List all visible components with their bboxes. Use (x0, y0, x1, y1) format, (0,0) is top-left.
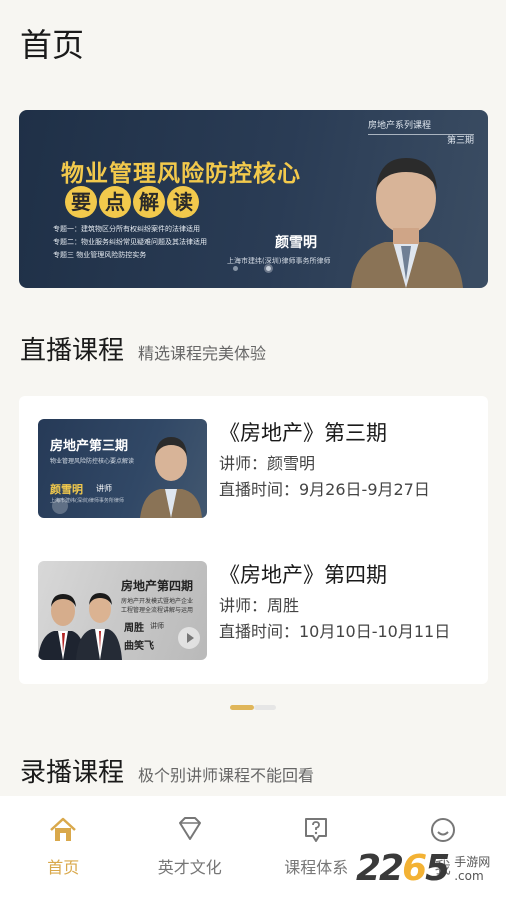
pager-indicator (254, 705, 276, 710)
thumb-lecturer-role: 讲师 (96, 484, 112, 493)
pager-indicator-active (230, 705, 254, 710)
play-icon (52, 498, 68, 514)
thumb-subtitle: 房地产开发模式暨地产企业 (121, 598, 194, 605)
course-info: 《房地产》第四期 讲师：周胜 直播时间：10月10日-10月11日 (219, 561, 469, 643)
thumb-lecturer-name: 颜雪明 (50, 483, 83, 496)
live-section-subtitle: 精选课程完美体验 (138, 344, 267, 363)
live-list-pagination (230, 705, 276, 710)
thumb-lecturer-name: 周胜 (124, 623, 144, 634)
course-lecturer: 讲师：颜雪明 (219, 454, 316, 473)
thumb-lecturer-role: 讲师 (150, 622, 164, 630)
course-time: 直播时间：10月10日-10月11日 (219, 622, 451, 641)
nav-culture-label: 英才文化 (157, 858, 222, 877)
watermark-digit: 5 (425, 848, 450, 889)
course-item[interactable]: 房地产第四期 房地产开发模式暨地产企业 工程管理全流程讲解与运用 周胜 讲师 曲… (38, 561, 478, 671)
page-title: 首页 (20, 26, 85, 64)
banner-subtitle-char: 点 (99, 186, 131, 218)
thumb-title: 房地产第四期 (121, 579, 194, 593)
help-icon (305, 818, 328, 842)
promo-banner[interactable]: 房地产系列课程 第三期 物业管理风险防控核心 要 点 解 读 专题一：建筑物区分… (19, 110, 488, 288)
recorded-section-header: 录播课程 极个别讲师课程不能回看 (20, 752, 314, 789)
banner-subtitle-char: 解 (133, 186, 165, 218)
banner-subtitle-char: 读 (167, 186, 199, 218)
watermark-digits: 22 (356, 848, 404, 889)
recorded-section-title: 录播课程 (20, 758, 125, 788)
banner-speaker-org: 上海市建纬(深圳)律师事务所律师 (227, 257, 331, 265)
course-lecturer: 讲师：周胜 (219, 596, 300, 615)
watermark-digit-highlight: 6 (402, 848, 427, 889)
recorded-section-subtitle: 极个别讲师课程不能回看 (138, 766, 315, 785)
speaker-photo (351, 158, 463, 288)
course-thumbnail[interactable]: 房地产第三期 物业管理风险防控核心要点解读 颜雪明 讲师 上海市建纬(深圳)律师… (38, 419, 207, 518)
course-info: 《房地产》第三期 讲师：颜雪明 直播时间：9月26日-9月27日 (219, 419, 469, 501)
banner-title: 物业管理风险防控核心 (61, 160, 301, 187)
banner-series-issue: 第三期 (446, 136, 474, 146)
thumb-subtitle: 物业管理风险防控核心要点解读 (50, 458, 135, 465)
course-thumbnail[interactable]: 房地产第四期 房地产开发模式暨地产企业 工程管理全流程讲解与运用 周胜 讲师 曲… (38, 561, 207, 660)
course-item[interactable]: 房地产第三期 物业管理风险防控核心要点解读 颜雪明 讲师 上海市建纬(深圳)律师… (38, 419, 478, 529)
banner-topics: 专题一：建筑物区分所有权纠纷案件的法律适用 专题二：物业服务纠纷常见疑难问题及其… (53, 223, 207, 262)
watermark-text: 手游网 .com (454, 855, 490, 883)
live-section-title: 直播课程 (20, 336, 125, 366)
smile-icon (430, 818, 455, 842)
nav-culture[interactable]: 英才文化 (127, 796, 254, 900)
banner-speaker-name: 颜雪明 (275, 235, 317, 251)
banner-topic: 专题一：建筑物区分所有权纠纷案件的法律适用 (53, 225, 200, 233)
lecturer-photo (140, 437, 202, 518)
nav-home[interactable]: 首页 (0, 796, 127, 900)
watermark-text-1: 手游网 (454, 854, 491, 869)
banner-series-label: 房地产系列课程 (368, 120, 474, 135)
watermark-logo: 2265 (356, 848, 450, 889)
course-time: 直播时间：9月26日-9月27日 (219, 480, 430, 499)
diamond-icon (178, 817, 201, 840)
banner-subtitle-char: 要 (65, 186, 97, 218)
thumb-lecturer-name: 曲笑飞 (124, 641, 154, 652)
course-title[interactable]: 《房地产》第四期 (219, 561, 469, 589)
live-course-list: 房地产第三期 物业管理风险防控核心要点解读 颜雪明 讲师 上海市建纬(深圳)律师… (19, 396, 488, 684)
live-section-header: 直播课程 精选课程完美体验 (20, 330, 266, 367)
banner-dot-active[interactable] (266, 266, 271, 271)
watermark-text-2: .com (454, 868, 484, 883)
site-watermark: 2265 手游网 .com (356, 848, 490, 889)
thumb-title: 房地产第三期 (50, 439, 129, 454)
banner-series-tag: 房地产系列课程 第三期 (368, 120, 474, 148)
banner-topic: 专题三 物业管理风险防控实务 (53, 251, 147, 259)
course-title[interactable]: 《房地产》第三期 (219, 419, 469, 447)
banner-dot[interactable] (233, 266, 238, 271)
nav-home-label: 首页 (47, 858, 80, 877)
play-icon[interactable] (178, 627, 200, 649)
banner-pagination[interactable] (233, 266, 271, 271)
banner-topic: 专题二：物业服务纠纷常见疑难问题及其法律适用 (53, 238, 207, 246)
home-icon (50, 817, 77, 841)
lecturers-photo (38, 593, 122, 660)
banner-subtitle: 要 点 解 读 (65, 186, 199, 218)
thumb-subtitle: 工程管理全流程讲解与运用 (121, 607, 194, 614)
